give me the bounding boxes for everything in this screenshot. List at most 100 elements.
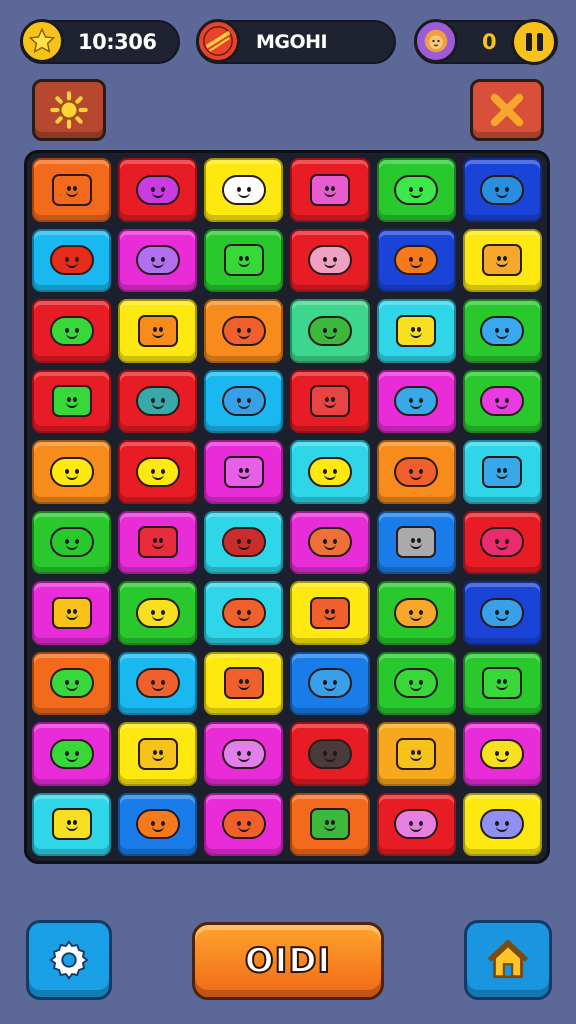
board-tile[interactable] xyxy=(32,581,112,645)
creature-icon xyxy=(221,597,266,628)
creature-icon xyxy=(394,668,439,699)
creature-icon xyxy=(221,809,266,840)
creature-icon xyxy=(480,174,525,205)
board-tile[interactable] xyxy=(118,581,198,645)
home-button[interactable] xyxy=(464,920,552,1000)
creature-icon xyxy=(482,244,523,277)
creature-icon xyxy=(137,526,178,559)
play-button[interactable]: OIDI xyxy=(192,922,384,1000)
creature-icon xyxy=(49,668,94,699)
settings-button[interactable] xyxy=(26,920,112,1000)
board-tile[interactable] xyxy=(118,722,198,786)
board-tile[interactable] xyxy=(462,510,542,574)
creature-icon xyxy=(308,456,353,487)
creature-icon xyxy=(480,809,525,840)
creature-icon xyxy=(49,527,94,558)
board-tile[interactable] xyxy=(32,651,112,715)
board-tile[interactable] xyxy=(204,228,284,292)
board-tile[interactable] xyxy=(118,299,198,363)
board-tile[interactable] xyxy=(32,228,112,292)
board-tile[interactable] xyxy=(462,792,542,856)
lion-icon xyxy=(414,19,458,63)
board-tile[interactable] xyxy=(290,792,370,856)
creature-icon xyxy=(221,386,266,417)
board-tile[interactable] xyxy=(32,299,112,363)
creature-icon xyxy=(394,597,439,628)
creature-icon xyxy=(308,668,353,699)
creature-icon xyxy=(396,526,437,559)
board-tile[interactable] xyxy=(462,651,542,715)
board-tile[interactable] xyxy=(32,158,112,222)
board-tile[interactable] xyxy=(462,440,542,504)
board-tile[interactable] xyxy=(204,440,284,504)
pause-icon xyxy=(525,33,532,51)
board-tile[interactable] xyxy=(204,158,284,222)
board-tile[interactable] xyxy=(118,158,198,222)
board-tile[interactable] xyxy=(204,510,284,574)
board-tile[interactable] xyxy=(204,722,284,786)
board-tile[interactable] xyxy=(290,651,370,715)
board-tile[interactable] xyxy=(376,722,456,786)
board-tile[interactable] xyxy=(290,228,370,292)
board-tile[interactable] xyxy=(204,792,284,856)
board-tile[interactable] xyxy=(204,581,284,645)
board-tile[interactable] xyxy=(32,792,112,856)
pause-button[interactable] xyxy=(511,19,557,65)
board-tile[interactable] xyxy=(290,369,370,433)
board-tile[interactable] xyxy=(376,510,456,574)
board-tile[interactable] xyxy=(32,510,112,574)
board-tile[interactable] xyxy=(118,228,198,292)
board-tile[interactable] xyxy=(376,440,456,504)
board-tile[interactable] xyxy=(32,440,112,504)
board-tile[interactable] xyxy=(376,651,456,715)
creature-icon xyxy=(135,386,180,417)
game-board xyxy=(24,150,550,864)
board-tile[interactable] xyxy=(462,722,542,786)
board-tile[interactable] xyxy=(376,299,456,363)
board-tile[interactable] xyxy=(376,228,456,292)
board-tile[interactable] xyxy=(290,510,370,574)
creature-icon xyxy=(49,456,94,487)
creature-icon xyxy=(394,245,439,276)
home-icon xyxy=(487,940,529,979)
board-tile[interactable] xyxy=(118,651,198,715)
board-tile[interactable] xyxy=(376,581,456,645)
board-tile[interactable] xyxy=(376,158,456,222)
creature-icon xyxy=(480,738,525,769)
board-tile[interactable] xyxy=(118,369,198,433)
creature-icon xyxy=(308,245,353,276)
board-tile[interactable] xyxy=(462,581,542,645)
board-tile[interactable] xyxy=(462,369,542,433)
creature-icon xyxy=(49,738,94,769)
board-tile[interactable] xyxy=(290,158,370,222)
board-tile[interactable] xyxy=(376,792,456,856)
sun-button[interactable] xyxy=(32,79,106,141)
board-tile[interactable] xyxy=(290,722,370,786)
board-tile[interactable] xyxy=(32,369,112,433)
board-tile[interactable] xyxy=(462,158,542,222)
board-tile[interactable] xyxy=(290,440,370,504)
board-tile[interactable] xyxy=(290,581,370,645)
creature-icon xyxy=(310,808,351,841)
creature-icon xyxy=(49,315,94,346)
board-tile[interactable] xyxy=(204,369,284,433)
board-tile[interactable] xyxy=(204,651,284,715)
gear-icon xyxy=(49,940,89,980)
board-tile[interactable] xyxy=(118,440,198,504)
board-tile[interactable] xyxy=(118,792,198,856)
board-tile[interactable] xyxy=(376,369,456,433)
creature-icon xyxy=(223,244,264,277)
close-button[interactable] xyxy=(470,79,544,141)
creature-icon xyxy=(51,173,92,206)
board-tile[interactable] xyxy=(118,510,198,574)
board-tile[interactable] xyxy=(462,299,542,363)
star-coin-icon xyxy=(20,19,64,63)
board-tile[interactable] xyxy=(32,722,112,786)
board-tile[interactable] xyxy=(290,299,370,363)
board-tile[interactable] xyxy=(462,228,542,292)
creature-icon xyxy=(310,173,351,206)
creature-icon xyxy=(135,597,180,628)
creature-icon xyxy=(482,667,523,700)
board-tile[interactable] xyxy=(204,299,284,363)
creature-icon xyxy=(394,174,439,205)
